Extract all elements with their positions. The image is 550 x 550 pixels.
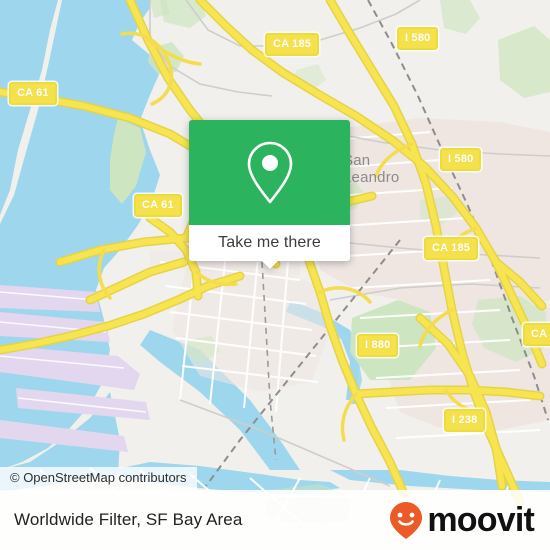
shield-i-880-center[interactable]: I 880 (357, 334, 399, 357)
callout-pin-panel (189, 120, 350, 225)
shield-i-238-southeast[interactable]: I 238 (444, 409, 486, 432)
callout-action-panel[interactable]: Take me there (189, 225, 350, 269)
shield-ca-61-west[interactable]: CA 61 (134, 194, 182, 217)
map-canvas[interactable]: San Leandro CA 185 I 580 CA 61 I 580 CA … (0, 0, 550, 550)
moovit-smiley-pin-icon (390, 502, 423, 539)
shield-i-580-north[interactable]: I 580 (397, 27, 439, 50)
openstreetmap-attribution[interactable]: © OpenStreetMap contributors (0, 467, 197, 490)
moovit-wordmark: moovit (427, 501, 534, 539)
shield-ca-185-east[interactable]: CA 185 (424, 237, 479, 260)
moovit-logo[interactable]: moovit (387, 500, 535, 540)
footer-bar: Worldwide Filter, SF Bay Area moovit (0, 490, 550, 550)
location-title: Worldwide Filter, SF Bay Area (14, 510, 243, 529)
map-screenshot: San Leandro CA 185 I 580 CA 61 I 580 CA … (0, 0, 550, 550)
shield-i-580-east[interactable]: I 580 (440, 148, 482, 171)
san-leandro-label: San Leandro (343, 152, 399, 186)
take-me-there-label: Take me there (218, 234, 321, 251)
shield-ca-185-north[interactable]: CA 185 (265, 33, 320, 56)
take-me-there-callout[interactable]: Take me there (189, 120, 350, 269)
shield-ca-61-northwest[interactable]: CA 61 (9, 82, 57, 105)
shield-ca-1-edge[interactable]: CA 1 (523, 323, 550, 346)
san-leandro-label-line1: San (343, 152, 371, 169)
callout-tail (260, 260, 279, 269)
map-pin-icon (247, 141, 292, 203)
san-leandro-label-line2: Leandro (343, 169, 400, 186)
